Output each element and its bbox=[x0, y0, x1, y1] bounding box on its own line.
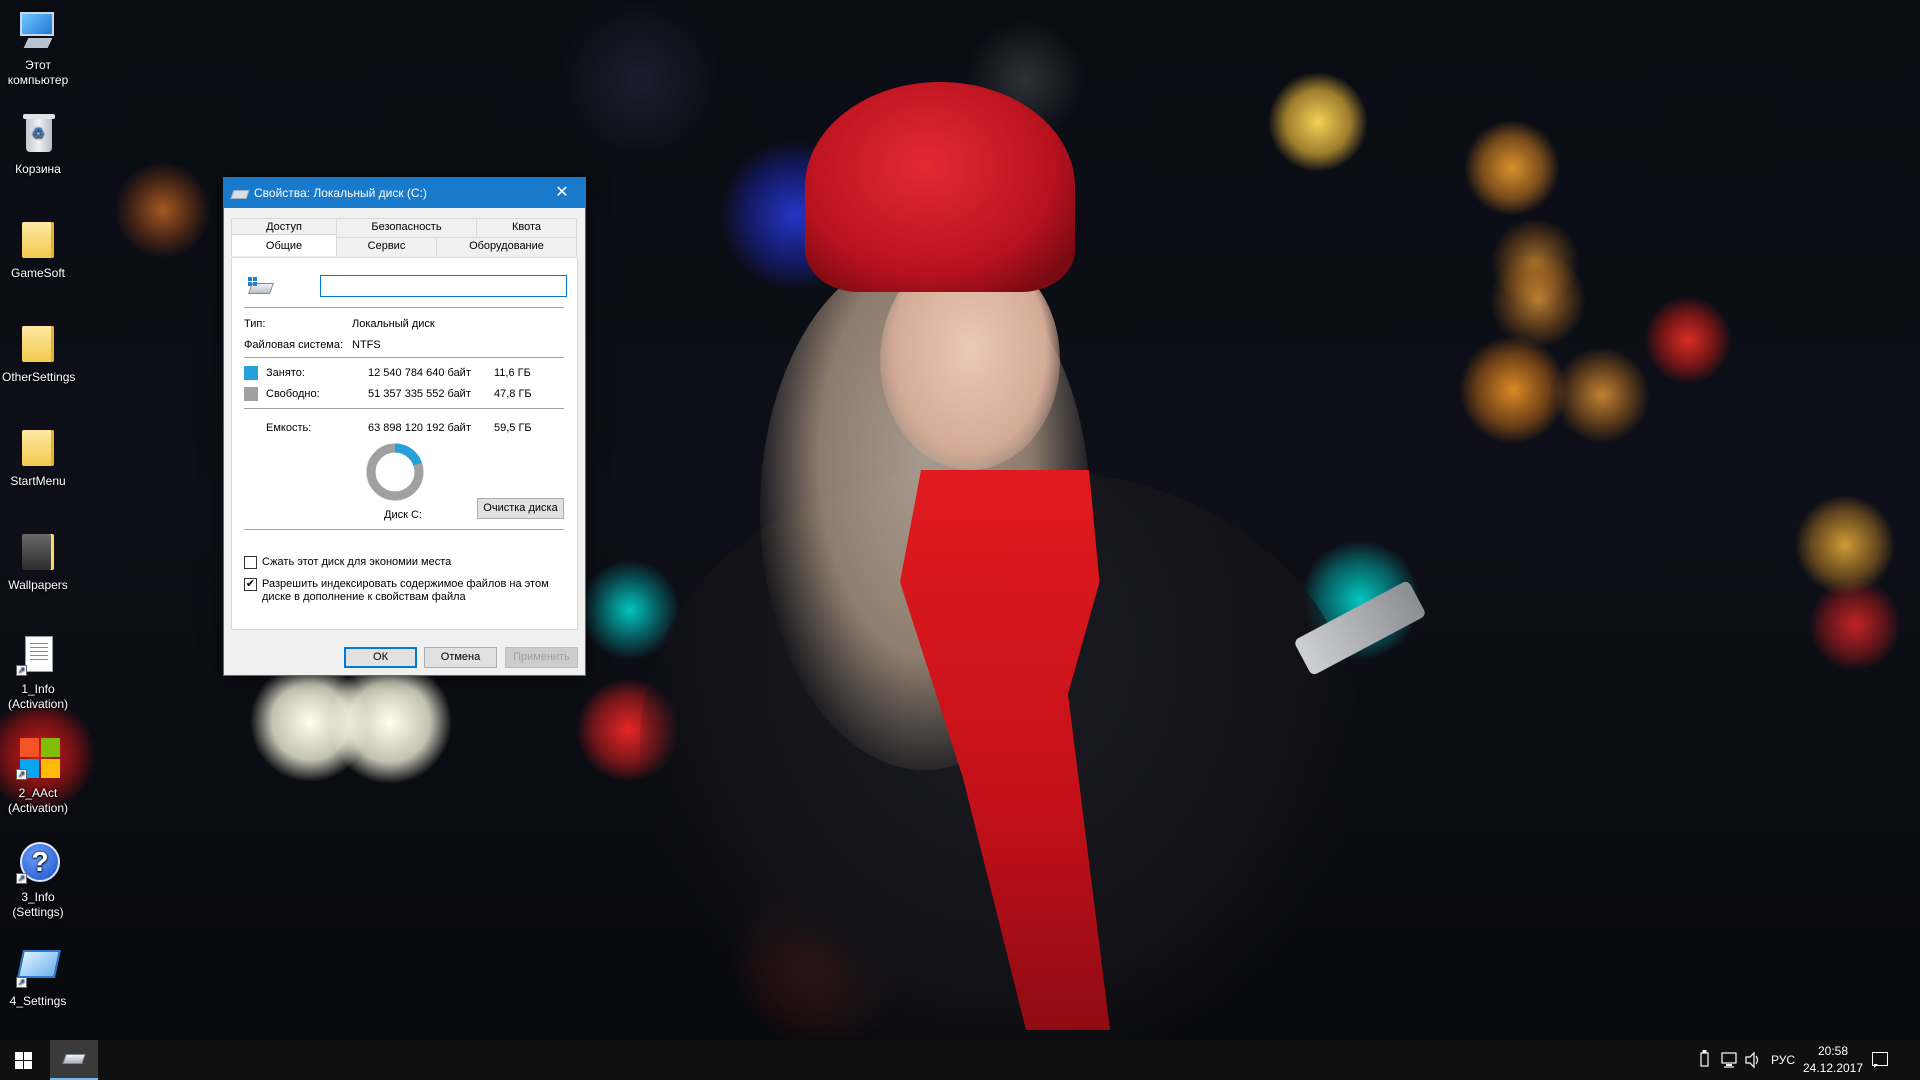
desktop-icon-wallpapers[interactable]: Wallpapers bbox=[0, 528, 76, 593]
free-gb: 47,8 ГБ bbox=[494, 388, 532, 400]
dialog-titlebar[interactable]: Свойства: Локальный диск (C:) ✕ bbox=[224, 178, 585, 208]
type-label: Тип: bbox=[244, 318, 266, 330]
desktop-icon-3-info[interactable]: ? ↗ 3_Info (Settings) bbox=[0, 840, 76, 920]
folder-icon bbox=[16, 424, 60, 468]
free-bytes: 51 357 335 552 байт bbox=[368, 388, 471, 400]
shortcut-arrow-icon: ↗ bbox=[16, 873, 27, 884]
tab-general[interactable]: Общие bbox=[231, 234, 337, 256]
tab-strip: Доступ Безопасность Квота Общие Сервис О… bbox=[231, 218, 578, 256]
desktop-icon-label: 4_Settings bbox=[9, 994, 67, 1008]
windows-logo-icon bbox=[15, 1052, 32, 1069]
text-document-icon: ↗ bbox=[16, 632, 60, 676]
capacity-bytes: 63 898 120 192 байт bbox=[368, 422, 471, 434]
divider bbox=[244, 307, 564, 308]
free-label: Свободно: bbox=[266, 388, 320, 400]
tab-quota[interactable]: Квота bbox=[476, 218, 577, 237]
settings-icon: ↗ bbox=[16, 944, 61, 988]
general-tab-panel: Тип: Локальный диск Файловая система: NT… bbox=[231, 257, 578, 630]
divider bbox=[244, 357, 564, 358]
divider bbox=[244, 529, 564, 530]
filesystem-value: NTFS bbox=[352, 339, 381, 351]
network-icon[interactable] bbox=[1720, 1040, 1738, 1080]
taskbar: РУС 20:58 24.12.2017 bbox=[0, 1040, 1920, 1080]
desktop-icon-4-settings[interactable]: ↗ 4_Settings bbox=[0, 944, 76, 1009]
folder-icon bbox=[16, 528, 60, 572]
wallpaper-red-hat bbox=[805, 82, 1075, 292]
tab-hardware[interactable]: Оборудование bbox=[436, 237, 577, 256]
desktop-icon-1-info[interactable]: ↗ 1_Info (Activation) bbox=[0, 632, 76, 712]
desktop-icon-recycle-bin[interactable]: Корзина bbox=[0, 112, 76, 177]
free-space-swatch bbox=[244, 387, 258, 401]
desktop-icon-label: StartMenu bbox=[10, 474, 66, 488]
filesystem-label: Файловая система: bbox=[244, 339, 344, 351]
desktop-icon-label: GameSoft bbox=[10, 266, 66, 280]
desktop-icon-label: Этот компьютер bbox=[7, 58, 69, 87]
cancel-button[interactable]: Отмена bbox=[424, 647, 497, 668]
used-space-swatch bbox=[244, 366, 258, 380]
allow-indexing-checkbox[interactable]: ✔ bbox=[244, 578, 257, 591]
allow-indexing-label: Разрешить индексировать содержимое файло… bbox=[262, 578, 549, 590]
desktop-icon-gamesoft[interactable]: GameSoft bbox=[0, 216, 76, 281]
close-button[interactable]: ✕ bbox=[539, 178, 585, 208]
desktop-icon-label: 2_AAct (Activation) bbox=[7, 786, 69, 815]
tab-security[interactable]: Безопасность bbox=[336, 218, 477, 237]
drive-icon bbox=[62, 1054, 86, 1064]
dialog-title: Свойства: Локальный диск (C:) bbox=[254, 186, 427, 200]
taskbar-item-drive-properties[interactable] bbox=[50, 1040, 98, 1080]
desktop-icon-this-pc[interactable]: Этот компьютер bbox=[0, 8, 76, 88]
shortcut-arrow-icon: ↗ bbox=[16, 977, 27, 988]
disk-cleanup-button[interactable]: Очистка диска bbox=[477, 498, 564, 519]
desktop-icon-othersettings[interactable]: OtherSettings bbox=[0, 320, 76, 385]
this-pc-icon bbox=[16, 8, 60, 52]
apply-button[interactable]: Применить bbox=[505, 647, 578, 668]
desktop-icon-label: OtherSettings bbox=[2, 370, 76, 384]
clock-time: 20:58 bbox=[1817, 1044, 1849, 1058]
compress-drive-checkbox[interactable] bbox=[244, 556, 257, 569]
disk-usage-donut bbox=[366, 443, 424, 501]
desktop-icon-startmenu[interactable]: StartMenu bbox=[0, 424, 76, 489]
allow-indexing-label-line2: диске в дополнение к свойствам файла bbox=[262, 591, 466, 603]
compress-drive-label: Сжать этот диск для экономии места bbox=[262, 556, 452, 568]
drive-properties-dialog: Свойства: Локальный диск (C:) ✕ Доступ Б… bbox=[223, 177, 586, 676]
language-indicator[interactable]: РУС bbox=[1768, 1040, 1798, 1080]
type-value: Локальный диск bbox=[352, 318, 435, 330]
desktop-icon-label: Корзина bbox=[15, 162, 61, 176]
capacity-label: Емкость: bbox=[266, 422, 312, 434]
disk-label: Диск C: bbox=[384, 509, 422, 521]
desktop-icon-2-aact[interactable]: ↗ 2_AAct (Activation) bbox=[0, 736, 76, 816]
desktop-icon-label: Wallpapers bbox=[8, 578, 68, 592]
shortcut-arrow-icon: ↗ bbox=[16, 665, 27, 676]
usb-icon[interactable] bbox=[1696, 1040, 1712, 1080]
drive-icon bbox=[248, 277, 272, 295]
ok-button[interactable]: ОК bbox=[344, 647, 417, 668]
desktop-icon-label: 3_Info (Settings) bbox=[12, 890, 64, 919]
desktop-icon-label: 1_Info (Activation) bbox=[7, 682, 69, 711]
action-center-icon[interactable] bbox=[1870, 1050, 1890, 1070]
capacity-gb: 59,5 ГБ bbox=[494, 422, 532, 434]
start-button[interactable] bbox=[0, 1040, 48, 1080]
tab-tools[interactable]: Сервис bbox=[336, 237, 437, 256]
used-label: Занято: bbox=[266, 367, 305, 379]
divider bbox=[244, 408, 564, 409]
volume-label-input[interactable] bbox=[320, 275, 567, 297]
used-gb: 11,6 ГБ bbox=[494, 367, 531, 379]
used-bytes: 12 540 784 640 байт bbox=[368, 367, 471, 379]
windows-logo-icon: ↗ bbox=[16, 736, 60, 780]
clock-date: 24.12.2017 bbox=[1802, 1061, 1864, 1075]
recycle-bin-icon bbox=[16, 112, 60, 156]
shortcut-arrow-icon: ↗ bbox=[16, 769, 27, 780]
volume-icon[interactable] bbox=[1744, 1040, 1762, 1080]
help-icon: ? ↗ bbox=[16, 840, 60, 884]
drive-icon bbox=[232, 187, 248, 199]
clock[interactable]: 20:58 24.12.2017 bbox=[1802, 1043, 1864, 1077]
folder-icon bbox=[16, 320, 60, 364]
folder-icon bbox=[16, 216, 60, 260]
